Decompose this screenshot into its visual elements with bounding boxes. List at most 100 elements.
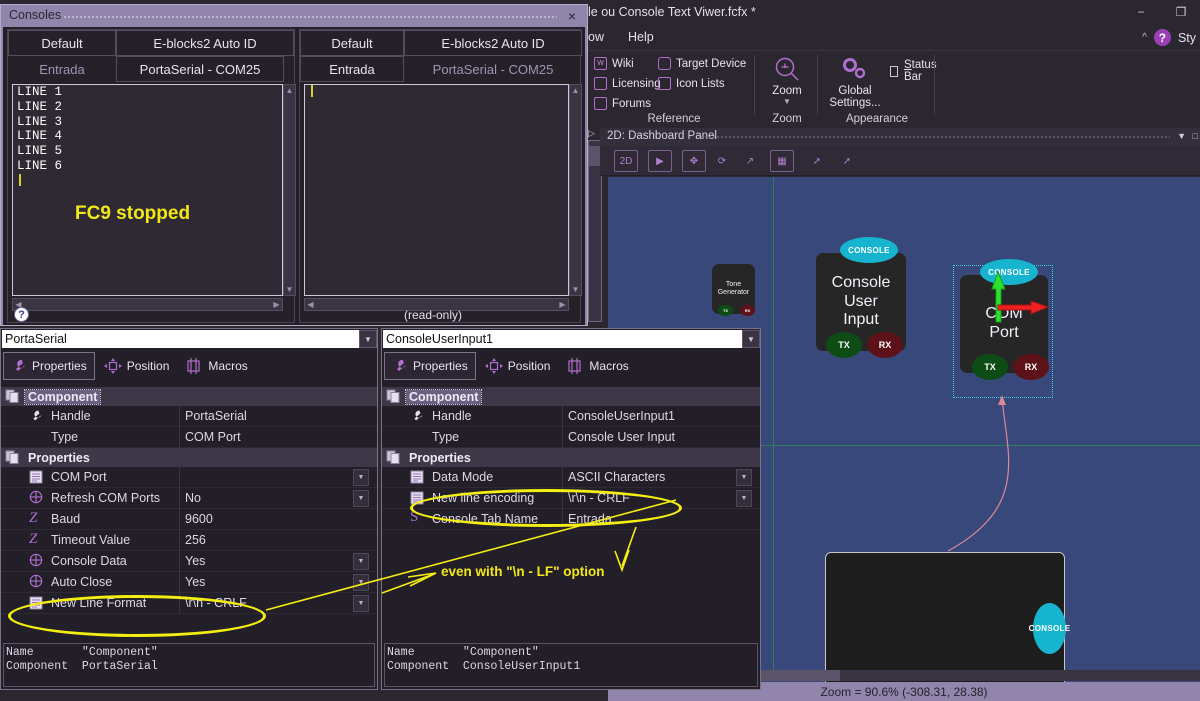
tool-2d-button[interactable]: 2D: [614, 150, 638, 172]
console-right-output[interactable]: [304, 84, 569, 296]
panel-right-group-properties-label: Properties: [409, 450, 471, 465]
tab-portaserial-left[interactable]: PortaSerial - COM25: [116, 56, 284, 82]
panel-left-row-baud[interactable]: Z Baud 9600: [1, 509, 377, 530]
chip-icon: [658, 57, 671, 70]
tab-entrada-right[interactable]: Entrada: [300, 56, 404, 82]
expand-arrow-icon[interactable]: ▷: [588, 128, 595, 139]
ribbon-item-wiki[interactable]: W Wiki: [594, 57, 634, 70]
panel-left-group-properties[interactable]: Properties: [1, 448, 377, 467]
move-icon[interactable]: ✥: [682, 150, 706, 172]
tab-eblocks2-right[interactable]: E-blocks2 Auto ID: [404, 30, 582, 56]
grid-icon[interactable]: ▦: [770, 150, 794, 172]
brush-icon[interactable]: ➚: [835, 150, 859, 172]
chevron-down-icon[interactable]: ▼: [783, 97, 791, 106]
ribbon-item-icon-lists[interactable]: Icon Lists: [658, 77, 725, 90]
scale-icon[interactable]: ↗: [738, 150, 762, 172]
panel-right-group-component[interactable]: Component: [382, 387, 760, 406]
tab-portaserial-right[interactable]: PortaSerial - COM25: [404, 56, 582, 82]
scroll-down-icon[interactable]: ▼: [284, 284, 295, 295]
panel-left-row-com-port-dropdown[interactable]: ▼: [353, 469, 369, 486]
ribbon-group-appearance-label: Appearance: [845, 113, 909, 125]
chevron-up-icon[interactable]: ^: [1142, 32, 1147, 43]
ribbon-item-target-device[interactable]: Target Device: [658, 57, 746, 70]
panel-left-handle-combo[interactable]: PortaSerial: [2, 330, 359, 348]
ribbon-item-forums[interactable]: Forums: [594, 97, 651, 110]
panel-right-handle-combo-chevron[interactable]: ▼: [742, 330, 760, 348]
consoles-dialog-titlebar[interactable]: Consoles ×: [1, 5, 587, 27]
panel-right-row-new-line-encoding-dropdown[interactable]: ▼: [736, 490, 752, 507]
scroll-right-icon[interactable]: ▶: [271, 299, 282, 310]
panel-left-row-auto-close-dropdown[interactable]: ▼: [353, 574, 369, 591]
scroll-right-icon[interactable]: ▶: [557, 299, 568, 310]
panel-left-col-separator: [179, 467, 180, 488]
tab-default-left[interactable]: Default: [8, 30, 116, 56]
panel-left-row-com-port[interactable]: COM Port ▼: [1, 467, 377, 488]
circle-plus-icon: [29, 574, 43, 588]
panel-right-col-separator: [562, 467, 563, 488]
help-icon[interactable]: ?: [1153, 29, 1171, 46]
rotate-icon[interactable]: ⟳: [710, 150, 734, 172]
panel-left-row-console-data-dropdown[interactable]: ▼: [353, 553, 369, 570]
scroll-left-icon[interactable]: ◀: [305, 299, 316, 310]
scroll-up-icon[interactable]: ▲: [284, 85, 295, 96]
ribbon-item-zoom-label: Zoom: [772, 85, 802, 97]
minimize-icon[interactable]: −: [1130, 2, 1152, 22]
restore-icon[interactable]: ❐: [1170, 2, 1192, 22]
move-icon: [484, 358, 503, 374]
panel-close-icon[interactable]: □: [1193, 131, 1198, 141]
ruler-icon[interactable]: ➚: [805, 150, 829, 172]
scroll-down-icon[interactable]: ▼: [570, 284, 581, 295]
panel-left-row-refresh-com-ports[interactable]: Refresh COM Ports No ▼: [1, 488, 377, 509]
panel-left-group-component[interactable]: Component: [1, 387, 377, 406]
panel-left-row-type[interactable]: Type COM Port: [1, 427, 377, 448]
ribbon-separator-3: [934, 55, 935, 115]
pointer-icon[interactable]: ▶: [648, 150, 672, 172]
panel-left-row-refresh-com-ports-dropdown[interactable]: ▼: [353, 490, 369, 507]
menu-item-help[interactable]: Help: [628, 30, 654, 44]
panel-right-group-properties[interactable]: Properties: [382, 448, 760, 467]
panel-left-row-auto-close[interactable]: Auto Close Yes ▼: [1, 572, 377, 593]
close-icon[interactable]: ×: [563, 7, 581, 24]
panel-left-row-timeout-value[interactable]: Z Timeout Value 256: [1, 530, 377, 551]
tab-eblocks2-left[interactable]: E-blocks2 Auto ID: [116, 30, 294, 56]
menu-item-window[interactable]: ow: [588, 30, 604, 44]
panel-left-row-handle[interactable]: Handle PortaSerial: [1, 406, 377, 427]
ribbon-item-status-bar[interactable]: Status Bar: [890, 59, 940, 83]
consoles-dialog-title: Consoles: [9, 8, 62, 22]
panel-right-tab-properties[interactable]: Properties: [384, 352, 476, 380]
scroll-up-icon[interactable]: ▲: [570, 85, 581, 96]
text-caret: [19, 173, 21, 186]
panel-left-row-baud-name: Baud: [51, 512, 81, 526]
checkbox-icon[interactable]: [890, 65, 898, 77]
forum-icon: [594, 97, 607, 110]
console-left-vscrollbar[interactable]: ▲ ▼: [283, 84, 296, 296]
panel-left-row-new-line-format-dropdown[interactable]: ▼: [353, 595, 369, 612]
panel-left-tab-position[interactable]: Position: [97, 352, 177, 380]
panel-left-col-separator: [179, 572, 180, 593]
panel-left-tab-properties[interactable]: Properties: [3, 352, 95, 380]
panel-right-row-type[interactable]: Type Console User Input: [382, 427, 760, 448]
panel-right-handle-combo[interactable]: ConsoleUserInput1: [383, 330, 742, 348]
panel-left-handle-combo-chevron[interactable]: ▼: [359, 330, 377, 348]
ribbon-item-licensing[interactable]: Licensing: [594, 77, 661, 90]
panel-left-tab-macros[interactable]: Macros: [178, 352, 254, 380]
panel-left-row-console-data[interactable]: Console Data Yes ▼: [1, 551, 377, 572]
panel-right-tab-position[interactable]: Position: [478, 352, 558, 380]
console-right-vscrollbar[interactable]: ▲ ▼: [569, 84, 582, 296]
console-line: LINE 1: [17, 85, 63, 99]
tab-entrada-left[interactable]: Entrada: [8, 56, 116, 82]
panel-right-row-data-mode[interactable]: Data Mode ASCII Characters ▼: [382, 467, 760, 488]
tab-default-right[interactable]: Default: [300, 30, 404, 56]
console-help-button[interactable]: ?: [14, 307, 29, 322]
panel-right-row-handle[interactable]: Handle ConsoleUserInput1: [382, 406, 760, 427]
panel-right-row-data-mode-dropdown[interactable]: ▼: [736, 469, 752, 486]
consoles-dialog[interactable]: Consoles × Default E-blocks2 Auto ID Ent…: [0, 4, 588, 326]
panel-right-tabs: Properties Position Macros: [384, 350, 756, 382]
macros-icon: [187, 358, 201, 374]
console-left-hscrollbar[interactable]: ◀ ▶: [12, 298, 283, 311]
panel-right-tab-macros[interactable]: Macros: [559, 352, 635, 380]
console-left-output[interactable]: LINE 1 LINE 2 LINE 3 LINE 4 LINE 5 LINE …: [12, 84, 283, 296]
ribbon-item-zoom[interactable]: Zoom ▼: [757, 55, 817, 106]
panel-menu-chevron-icon[interactable]: ▼: [1177, 131, 1186, 141]
ribbon-item-global-settings[interactable]: Global Settings...: [822, 55, 888, 109]
